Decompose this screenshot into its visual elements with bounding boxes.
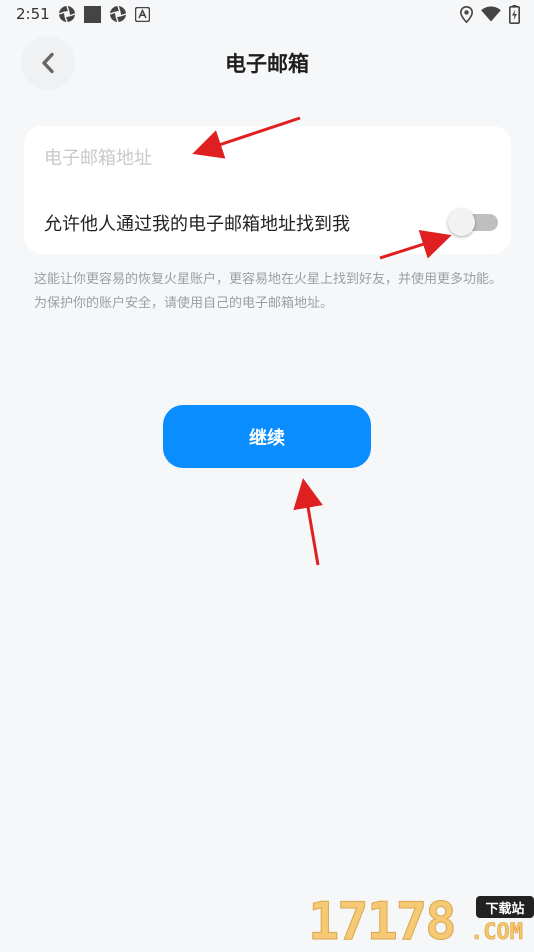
- status-bar: 2:51: [0, 0, 534, 28]
- toggle-thumb: [448, 209, 475, 236]
- email-input[interactable]: [44, 140, 484, 176]
- watermark-domain: .COM: [470, 920, 524, 946]
- toggle-label: 允许他人通过我的电子邮箱地址找到我: [44, 214, 350, 235]
- status-time: 2:51: [16, 5, 50, 23]
- battery-charging-icon: [509, 4, 520, 24]
- location-icon: [460, 5, 473, 23]
- square-icon: [83, 5, 101, 23]
- page-title: 电子邮箱: [225, 52, 309, 76]
- hint-text: 这能让你更容易的恢复火星账户，更容易地在火星上找到好友，并使用更多功能。为保护你…: [34, 272, 503, 311]
- a-box-icon: [134, 6, 150, 22]
- wifi-icon: [481, 6, 501, 22]
- discoverable-toggle[interactable]: [448, 209, 498, 236]
- watermark-badge: 下载站: [476, 896, 534, 918]
- watermark-logo: 17178 下载站 .COM: [308, 888, 534, 952]
- status-left: 2:51: [16, 5, 150, 23]
- aperture-icon: [109, 5, 127, 23]
- watermark-number: 17178: [308, 892, 458, 952]
- annotation-arrow-continue: [293, 478, 323, 566]
- aperture-icon: [58, 5, 76, 23]
- email-settings-card: 允许他人通过我的电子邮箱地址找到我: [24, 126, 511, 254]
- header: 电子邮箱: [0, 30, 534, 96]
- continue-button[interactable]: 继续: [163, 405, 371, 468]
- status-right: [460, 4, 520, 24]
